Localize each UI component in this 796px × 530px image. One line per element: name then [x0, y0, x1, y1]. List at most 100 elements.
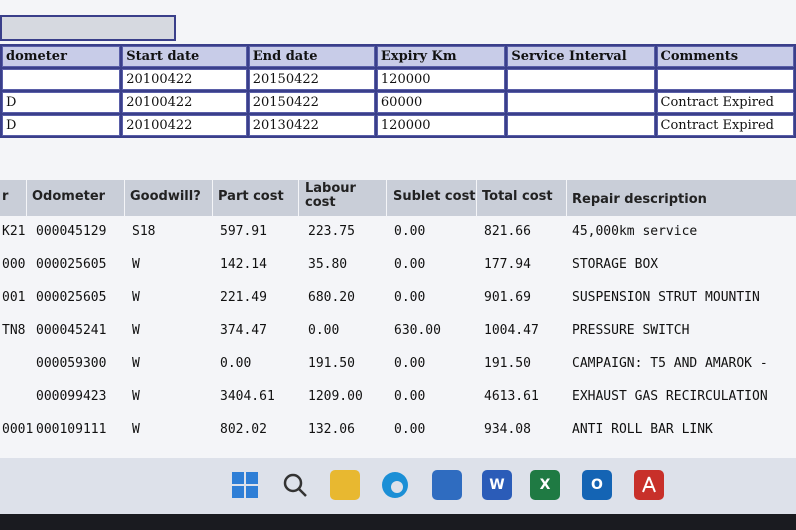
column-divider — [124, 180, 125, 216]
cell-part-cost: 0.00 — [220, 356, 252, 371]
cell-labour-cost: 1209.00 — [308, 389, 363, 404]
col-header-labour-cost: Labour cost — [305, 181, 356, 210]
field-box[interactable] — [0, 15, 176, 41]
cell-sublet-cost: 0.00 — [394, 290, 426, 305]
cell-labour-cost: 35.80 — [308, 257, 348, 272]
table-row[interactable]: TN8 000045241 W 374.47 0.00 630.00 1004.47 PRES… — [0, 319, 796, 351]
monitor-bezel — [0, 514, 796, 530]
outlook-icon[interactable]: O — [582, 470, 612, 500]
col-header-start-date: Start date — [122, 46, 247, 67]
cell: 60000 — [376, 92, 506, 113]
excel-icon[interactable]: X — [530, 470, 560, 500]
cell-total-cost: 821.66 — [484, 224, 531, 239]
cell-repair-description: SUSPENSION STRUT MOUNTIN — [572, 290, 760, 305]
col-header-part-cost: Part cost — [218, 189, 284, 204]
cell-sublet-cost: 0.00 — [394, 389, 426, 404]
cell-part-cost: 142.14 — [220, 257, 267, 272]
column-divider — [386, 180, 387, 216]
cell-total-cost: 177.94 — [484, 257, 531, 272]
cell-labour-cost: 223.75 — [308, 224, 355, 239]
store-icon[interactable] — [432, 470, 462, 500]
cell-sublet-cost: 0.00 — [394, 422, 426, 437]
acrobat-icon[interactable] — [634, 470, 664, 500]
cell-sublet-cost: 0.00 — [394, 356, 426, 371]
cell-part-cost: 597.91 — [220, 224, 267, 239]
word-icon[interactable]: W — [482, 470, 512, 500]
cell-labour-cost: 191.50 — [308, 356, 355, 371]
contract-row[interactable]: 20100422 20150422 120000 — [2, 69, 794, 90]
cell: D — [2, 115, 121, 136]
cell: 20100422 — [122, 92, 247, 113]
table-row[interactable]: 0001 000109111 W 802.02 132.06 0.00 934.08 ANTI… — [0, 418, 796, 450]
cell-odometer: 000025605 — [36, 257, 107, 272]
cell: 20130422 — [248, 115, 375, 136]
col-header-end-date: End date — [248, 46, 375, 67]
cell-goodwill: W — [132, 389, 140, 404]
column-divider — [298, 180, 299, 216]
cell-repair-description: 45,000km service — [572, 224, 698, 239]
cell-odometer: 000045241 — [36, 323, 107, 338]
cell-part-cost: 221.49 — [220, 290, 267, 305]
cell-repair-description: PRESSURE SWITCH — [572, 323, 690, 338]
contract-row[interactable]: D 20100422 20150422 60000 Contract Expir… — [2, 92, 794, 113]
cell-sublet-cost: 0.00 — [394, 257, 426, 272]
column-divider — [476, 180, 477, 216]
column-divider — [212, 180, 213, 216]
col-header-odometer: Odometer — [32, 189, 106, 204]
cell: 20100422 — [122, 115, 247, 136]
cell-total-cost: 901.69 — [484, 290, 531, 305]
cell-repair-description: STORAGE BOX — [572, 257, 659, 272]
file-explorer-icon[interactable] — [330, 470, 360, 500]
cell: Contract Expired — [656, 92, 794, 113]
cell-sublet-cost: 630.00 — [394, 323, 441, 338]
cell-reg: 0001 — [2, 422, 34, 437]
cell-total-cost: 4613.61 — [484, 389, 539, 404]
cell-odometer: 000045129 — [36, 224, 107, 239]
col-header-goodwill: Goodwill? — [130, 189, 201, 204]
table-row[interactable]: 000099423 W 3404.61 1209.00 0.00 4613.61 EXHAU… — [0, 385, 796, 417]
cell — [656, 69, 794, 90]
cell: 120000 — [376, 115, 506, 136]
cell-repair-description: EXHAUST GAS RECIRCULATION — [572, 389, 768, 404]
cell: 20150422 — [248, 92, 375, 113]
cell-reg: 001 — [2, 290, 26, 305]
cell-repair-description: ANTI ROLL BAR LINK — [572, 422, 713, 437]
taskbar: W X O — [0, 458, 796, 514]
cell-odometer: 000099423 — [36, 389, 107, 404]
col-header-total-cost: Total cost — [482, 189, 553, 204]
col-header-sublet-cost: Sublet cost — [393, 189, 476, 204]
windows-start-icon[interactable] — [230, 470, 260, 500]
col-header-reg: r — [2, 189, 9, 204]
cell-reg: TN8 — [2, 323, 26, 338]
cell-reg: K21 — [2, 224, 26, 239]
table-row[interactable]: 000059300 W 0.00 191.50 0.00 191.50 CAMPAIGN: … — [0, 352, 796, 384]
edge-icon[interactable] — [380, 470, 410, 500]
col-header-odometer: dometer — [2, 46, 121, 67]
cell-total-cost: 191.50 — [484, 356, 531, 371]
col-header-comments: Comments — [656, 46, 794, 67]
cell — [507, 115, 655, 136]
column-divider — [566, 180, 567, 216]
cell-goodwill: W — [132, 290, 140, 305]
cell-total-cost: 1004.47 — [484, 323, 539, 338]
cell-goodwill: W — [132, 257, 140, 272]
cell-reg: 000 — [2, 257, 26, 272]
cell-odometer: 000025605 — [36, 290, 107, 305]
cell-odometer: 000059300 — [36, 356, 107, 371]
cell: D — [2, 92, 121, 113]
cell: Contract Expired — [656, 115, 794, 136]
table-row[interactable]: K21 000045129 S18 597.91 223.75 0.00 821.66 45,… — [0, 220, 796, 252]
search-icon[interactable] — [280, 470, 310, 500]
cell-goodwill: S18 — [132, 224, 156, 239]
cell — [2, 69, 121, 90]
cell-goodwill: W — [132, 356, 140, 371]
table-row[interactable]: 001 000025605 W 221.49 680.20 0.00 901.69 SUSPE… — [0, 286, 796, 318]
column-divider — [26, 180, 27, 216]
col-header-repair-description: Repair description — [572, 192, 707, 207]
cell-part-cost: 374.47 — [220, 323, 267, 338]
contract-table: dometer Start date End date Expiry Km Se… — [0, 44, 796, 138]
col-header-expiry-km: Expiry Km — [376, 46, 506, 67]
contract-row[interactable]: D 20100422 20130422 120000 Contract Expi… — [2, 115, 794, 136]
cell: 20150422 — [248, 69, 375, 90]
table-row[interactable]: 000 000025605 W 142.14 35.80 0.00 177.94 STORAG… — [0, 253, 796, 285]
